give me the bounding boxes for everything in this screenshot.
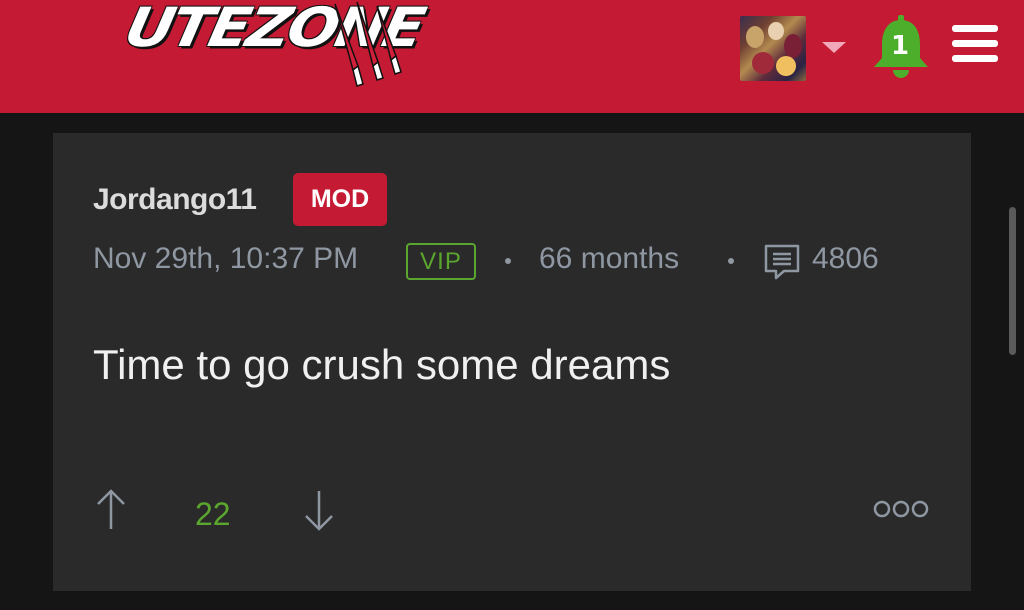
upvote-arrow-icon[interactable] bbox=[93, 487, 133, 533]
more-options-icon[interactable] bbox=[873, 498, 929, 520]
comment-icon bbox=[764, 244, 800, 280]
post-username[interactable]: Jordango11 bbox=[93, 183, 257, 217]
dropdown-caret-icon[interactable] bbox=[822, 42, 846, 53]
mod-badge: MOD bbox=[293, 173, 387, 226]
post-card: Jordango11 MOD Nov 29th, 10:37 PM VIP 66… bbox=[53, 133, 971, 591]
separator-dot bbox=[505, 258, 511, 264]
comment-count: 4806 bbox=[812, 242, 879, 275]
hamburger-menu-icon[interactable] bbox=[952, 25, 998, 63]
notifications-button[interactable]: 1 bbox=[870, 14, 932, 82]
member-tenure: 66 months bbox=[539, 242, 680, 275]
utezone-logo[interactable]: UTEZONE bbox=[119, 0, 428, 90]
post-body: Time to go crush some dreams bbox=[93, 341, 671, 388]
separator-dot bbox=[728, 258, 734, 264]
vote-score: 22 bbox=[195, 496, 231, 532]
vip-badge: VIP bbox=[406, 243, 476, 280]
notification-count: 1 bbox=[890, 31, 910, 61]
downvote-arrow-icon[interactable] bbox=[301, 487, 341, 533]
post-timestamp: Nov 29th, 10:37 PM bbox=[93, 242, 359, 275]
feathers-icon bbox=[334, 1, 402, 87]
scrollbar[interactable] bbox=[1009, 207, 1016, 355]
top-header: UTEZONE 1 bbox=[0, 0, 1024, 113]
post-meta: Nov 29th, 10:37 PM VIP 66 months 4806 bbox=[93, 241, 953, 281]
avatar[interactable] bbox=[740, 16, 806, 81]
